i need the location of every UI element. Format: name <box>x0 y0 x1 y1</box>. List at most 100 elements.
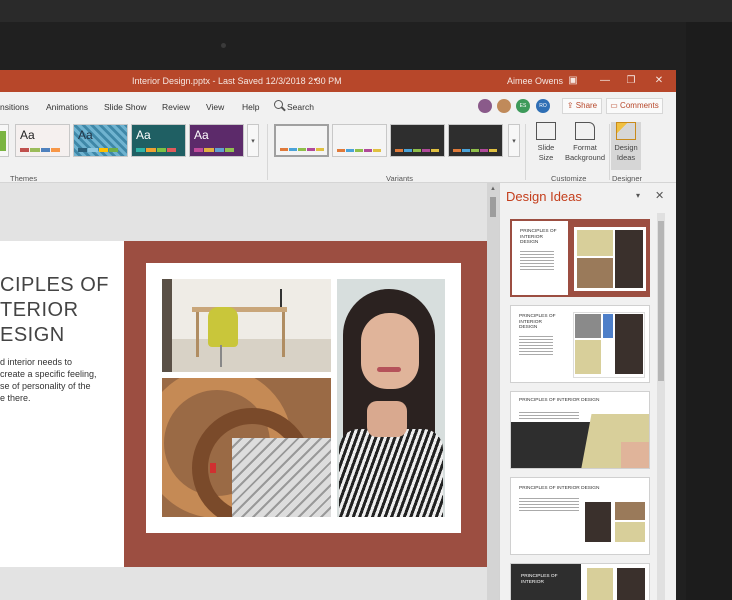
tab-review[interactable]: Review <box>162 102 190 112</box>
theme-tile[interactable]: Aa <box>189 124 244 157</box>
floor <box>162 339 331 372</box>
close-icon[interactable]: ✕ <box>652 74 666 88</box>
chair-leg <box>220 345 222 367</box>
theme-tile[interactable]: Aa <box>15 124 70 157</box>
ribbon-display-icon[interactable]: ▣ <box>566 74 580 88</box>
smile <box>377 367 401 372</box>
divider <box>267 124 268 180</box>
tab-help[interactable]: Help <box>242 102 259 112</box>
variant-swatches <box>453 149 497 152</box>
idea-photo <box>615 522 645 542</box>
design-idea-card[interactable]: PRINCIPLES OF INTERIOR DESIGN <box>510 477 650 555</box>
title-bar: Interior Design.pptx - Last Saved 12/3/2… <box>0 70 676 92</box>
share-button[interactable]: ⇪ Share <box>562 98 602 114</box>
stair-steps <box>232 438 331 517</box>
variant-tile[interactable] <box>390 124 445 157</box>
search-icon[interactable] <box>274 100 283 109</box>
design-idea-card[interactable]: PRINCIPLES OF INTERIOR <box>510 563 650 600</box>
tab-slide-show[interactable]: Slide Show <box>104 102 147 112</box>
theme-swatches <box>194 148 234 152</box>
design-ribbon: Aa Aa Aa Aa ▾ Themes ▾ Variants Slide Si… <box>0 122 676 183</box>
pane-options-icon[interactable]: ▾ <box>636 191 640 200</box>
idea-text-lines <box>519 412 579 420</box>
tab-transitions[interactable]: nsitions <box>0 102 29 112</box>
title-dropdown-icon[interactable]: ▾ <box>314 76 318 84</box>
comments-button[interactable]: ▭ Comments <box>606 98 663 114</box>
divider <box>609 124 610 180</box>
camera-dot <box>221 43 226 48</box>
themes-group-label: Themes <box>10 174 38 183</box>
avatar[interactable]: RO <box>536 99 550 113</box>
desk-leg <box>196 312 199 357</box>
divider <box>525 124 526 180</box>
themes-more-button[interactable]: ▾ <box>247 124 259 157</box>
slide-body-text[interactable]: d interior needs to create a specific fe… <box>0 356 120 404</box>
idea-photo <box>577 230 613 256</box>
user-name[interactable]: Aimee Owens <box>507 76 563 86</box>
avatar[interactable] <box>478 99 492 113</box>
share-icon: ⇪ <box>566 101 576 110</box>
design-ideas-icon <box>616 122 636 140</box>
powerpoint-window: Interior Design.pptx - Last Saved 12/3/2… <box>0 70 676 600</box>
hand <box>367 401 407 437</box>
desk-leg <box>282 312 285 357</box>
ribbon-tabs: nsitions Animations Slide Show Review Vi… <box>0 92 676 122</box>
pane-close-icon[interactable]: ✕ <box>655 189 664 202</box>
idea-photo <box>587 568 613 600</box>
idea-photo <box>615 314 643 374</box>
comment-icon: ▭ <box>610 101 621 110</box>
scroll-up-icon[interactable]: ▲ <box>489 185 497 193</box>
tab-animations[interactable]: Animations <box>46 102 88 112</box>
slide-title[interactable]: CIPLES OF TERIOR ESIGN <box>0 273 109 348</box>
minimize-icon[interactable]: — <box>598 74 612 88</box>
shelf-edge <box>162 279 172 372</box>
device-bezel-top <box>0 0 732 22</box>
customize-group-label: Customize <box>551 174 587 183</box>
photo-collage[interactable] <box>146 263 461 533</box>
design-idea-card[interactable]: PRINCIPLES OF INTERIOR DESIGN <box>510 219 650 297</box>
search-box[interactable]: Search <box>287 102 314 112</box>
pane-scrollbar[interactable] <box>657 213 665 600</box>
theme-tile[interactable] <box>0 124 9 157</box>
slide-size-button[interactable]: Slide Size <box>530 122 562 170</box>
variants-more-button[interactable]: ▾ <box>508 124 520 157</box>
desk-chair-photo[interactable] <box>162 279 331 372</box>
avatar[interactable] <box>497 99 511 113</box>
scrollbar-thumb[interactable] <box>490 197 496 217</box>
idea-color-block <box>603 314 613 338</box>
spiral-stairs-photo[interactable] <box>162 378 331 517</box>
restore-icon[interactable]: ❐ <box>624 74 638 88</box>
format-background-button[interactable]: Format Background <box>562 122 608 170</box>
theme-tile[interactable]: Aa <box>131 124 186 157</box>
design-idea-card[interactable]: PRINCIPLES OF INTERIOR DESIGN <box>510 391 650 469</box>
slide-canvas[interactable]: CIPLES OF TERIOR ESIGN d interior needs … <box>0 241 487 567</box>
idea-photo <box>585 502 611 542</box>
variant-tile[interactable] <box>332 124 387 157</box>
design-ideas-button[interactable]: Design Ideas <box>611 122 641 170</box>
design-idea-card[interactable]: PRINCIPLES OF INTERIOR DESIGN <box>510 305 650 383</box>
idea-photo <box>575 314 601 338</box>
theme-swatches <box>20 148 60 152</box>
format-background-icon <box>575 122 595 140</box>
striped-blouse <box>339 429 443 517</box>
portrait-photo[interactable] <box>337 279 445 517</box>
yellow-chair <box>208 307 238 347</box>
document-title[interactable]: Interior Design.pptx - Last Saved 12/3/2… <box>132 76 342 86</box>
tab-view[interactable]: View <box>206 102 224 112</box>
device-bezel-right <box>686 22 732 600</box>
variant-tile[interactable] <box>274 124 329 157</box>
variant-tile[interactable] <box>448 124 503 157</box>
design-ideas-pane: Design Ideas ▾ ✕ PRINCIPLES OF INTERIOR … <box>499 183 676 600</box>
pane-scrollbar-thumb[interactable] <box>658 221 664 381</box>
idea-photo <box>621 442 649 468</box>
avatar[interactable]: ES <box>516 99 530 113</box>
variant-swatches <box>337 149 381 152</box>
slide-workspace: CIPLES OF TERIOR ESIGN d interior needs … <box>0 183 487 600</box>
pane-title: Design Ideas <box>506 189 582 204</box>
idea-text-lines <box>520 251 554 271</box>
slide-scrollbar[interactable]: ▲ <box>487 183 499 600</box>
theme-tile[interactable]: Aa <box>73 124 128 157</box>
theme-swatches <box>136 148 176 152</box>
lamp <box>280 289 282 307</box>
theme-swatches <box>78 148 118 152</box>
